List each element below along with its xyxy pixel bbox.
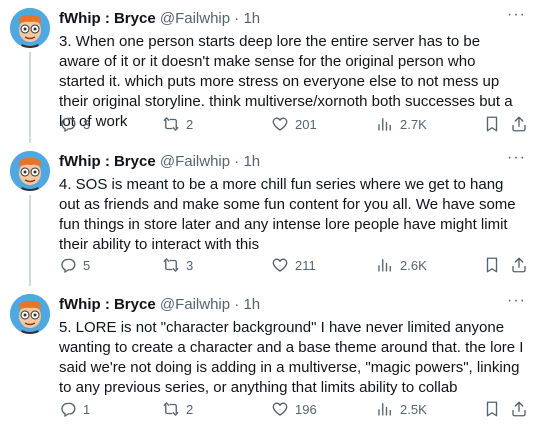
author-handle[interactable]: @Failwhip — [160, 153, 230, 170]
views-icon — [378, 118, 391, 131]
like-button[interactable]: 211 — [271, 256, 316, 274]
views-button[interactable]: 2.7K — [376, 115, 427, 133]
avatar[interactable] — [10, 151, 50, 191]
views-button[interactable]: 2.5K — [376, 400, 427, 418]
retweet-count: 3 — [186, 257, 194, 273]
tweet-header: fWhip : Bryce @Failwhip · 1h — [59, 296, 260, 314]
like-count: 211 — [295, 257, 316, 273]
author-name[interactable]: fWhip : Bryce — [59, 10, 156, 27]
retweet-count: 2 — [186, 116, 194, 132]
like-count: 201 — [295, 116, 317, 132]
separator-dot: · — [234, 153, 240, 170]
like-icon — [272, 117, 288, 131]
action-bar: 3 2 201 2.7K — [59, 115, 529, 135]
views-count: 2.6K — [400, 257, 427, 273]
views-icon — [378, 403, 391, 416]
more-icon[interactable]: ··· — [507, 149, 526, 167]
share-icon — [512, 401, 526, 417]
reply-count: 1 — [83, 401, 91, 417]
retweet-button[interactable]: 3 — [162, 256, 193, 274]
retweet-button[interactable]: 2 — [162, 115, 193, 133]
reply-icon — [61, 402, 76, 417]
retweet-button[interactable]: 2 — [162, 400, 193, 418]
reply-count: 3 — [83, 116, 91, 132]
author-handle[interactable]: @Failwhip — [160, 10, 230, 27]
share-icon — [512, 257, 526, 273]
avatar[interactable] — [10, 8, 50, 48]
views-icon — [378, 259, 391, 272]
bookmark-button[interactable] — [483, 256, 501, 274]
author-name[interactable]: fWhip : Bryce — [59, 296, 156, 313]
more-icon[interactable]: ··· — [507, 6, 526, 24]
tweet-header: fWhip : Bryce @Failwhip · 1h — [59, 10, 260, 28]
tweet-text: 4. SOS is meant to be a more chill fun s… — [59, 176, 516, 253]
tweet-header: fWhip : Bryce @Failwhip · 1h — [59, 153, 260, 171]
bookmark-icon — [486, 116, 498, 132]
views-count: 2.5K — [400, 401, 427, 417]
views-button[interactable]: 2.6K — [376, 256, 427, 274]
like-icon — [272, 402, 288, 416]
like-button[interactable]: 201 — [271, 115, 317, 133]
timestamp[interactable]: 1h — [243, 10, 260, 27]
like-count: 196 — [295, 401, 317, 417]
retweet-icon — [163, 402, 179, 416]
reply-button[interactable]: 5 — [59, 256, 90, 274]
action-bar: 5 3 211 2.6K — [59, 256, 529, 276]
bookmark-icon — [486, 257, 498, 273]
tweet-3[interactable]: fWhip : Bryce @Failwhip · 1h ··· 5. LORE… — [0, 286, 540, 426]
more-icon[interactable]: ··· — [507, 292, 526, 310]
reply-icon — [61, 258, 76, 273]
thread-line — [29, 195, 31, 286]
tweet-2[interactable]: fWhip : Bryce @Failwhip · 1h ··· 4. SOS … — [0, 143, 540, 286]
timestamp[interactable]: 1h — [243, 153, 260, 170]
action-bar: 1 2 196 2.5K — [59, 400, 529, 420]
retweet-icon — [163, 117, 179, 131]
like-icon — [272, 258, 288, 272]
tweet-1[interactable]: fWhip : Bryce @Failwhip · 1h ··· 3. When… — [0, 0, 540, 143]
views-count: 2.7K — [400, 116, 427, 132]
share-button[interactable] — [510, 256, 528, 274]
reply-button[interactable]: 1 — [59, 400, 90, 418]
like-button[interactable]: 196 — [271, 400, 317, 418]
timestamp[interactable]: 1h — [243, 296, 260, 313]
author-name[interactable]: fWhip : Bryce — [59, 153, 156, 170]
separator-dot: · — [234, 296, 240, 313]
reply-button[interactable]: 3 — [59, 115, 90, 133]
retweet-count: 2 — [186, 401, 194, 417]
tweet-text: 5. LORE is not "character background" I … — [59, 319, 524, 396]
bookmark-button[interactable] — [483, 400, 501, 418]
reply-count: 5 — [83, 257, 91, 273]
share-button[interactable] — [510, 400, 528, 418]
retweet-icon — [163, 258, 179, 272]
avatar[interactable] — [10, 294, 50, 334]
bookmark-icon — [486, 401, 498, 417]
thread-line — [29, 52, 31, 143]
share-button[interactable] — [510, 115, 528, 133]
reply-icon — [61, 117, 76, 132]
author-handle[interactable]: @Failwhip — [160, 296, 230, 313]
bookmark-button[interactable] — [483, 115, 501, 133]
share-icon — [512, 116, 526, 132]
separator-dot: · — [234, 10, 240, 27]
